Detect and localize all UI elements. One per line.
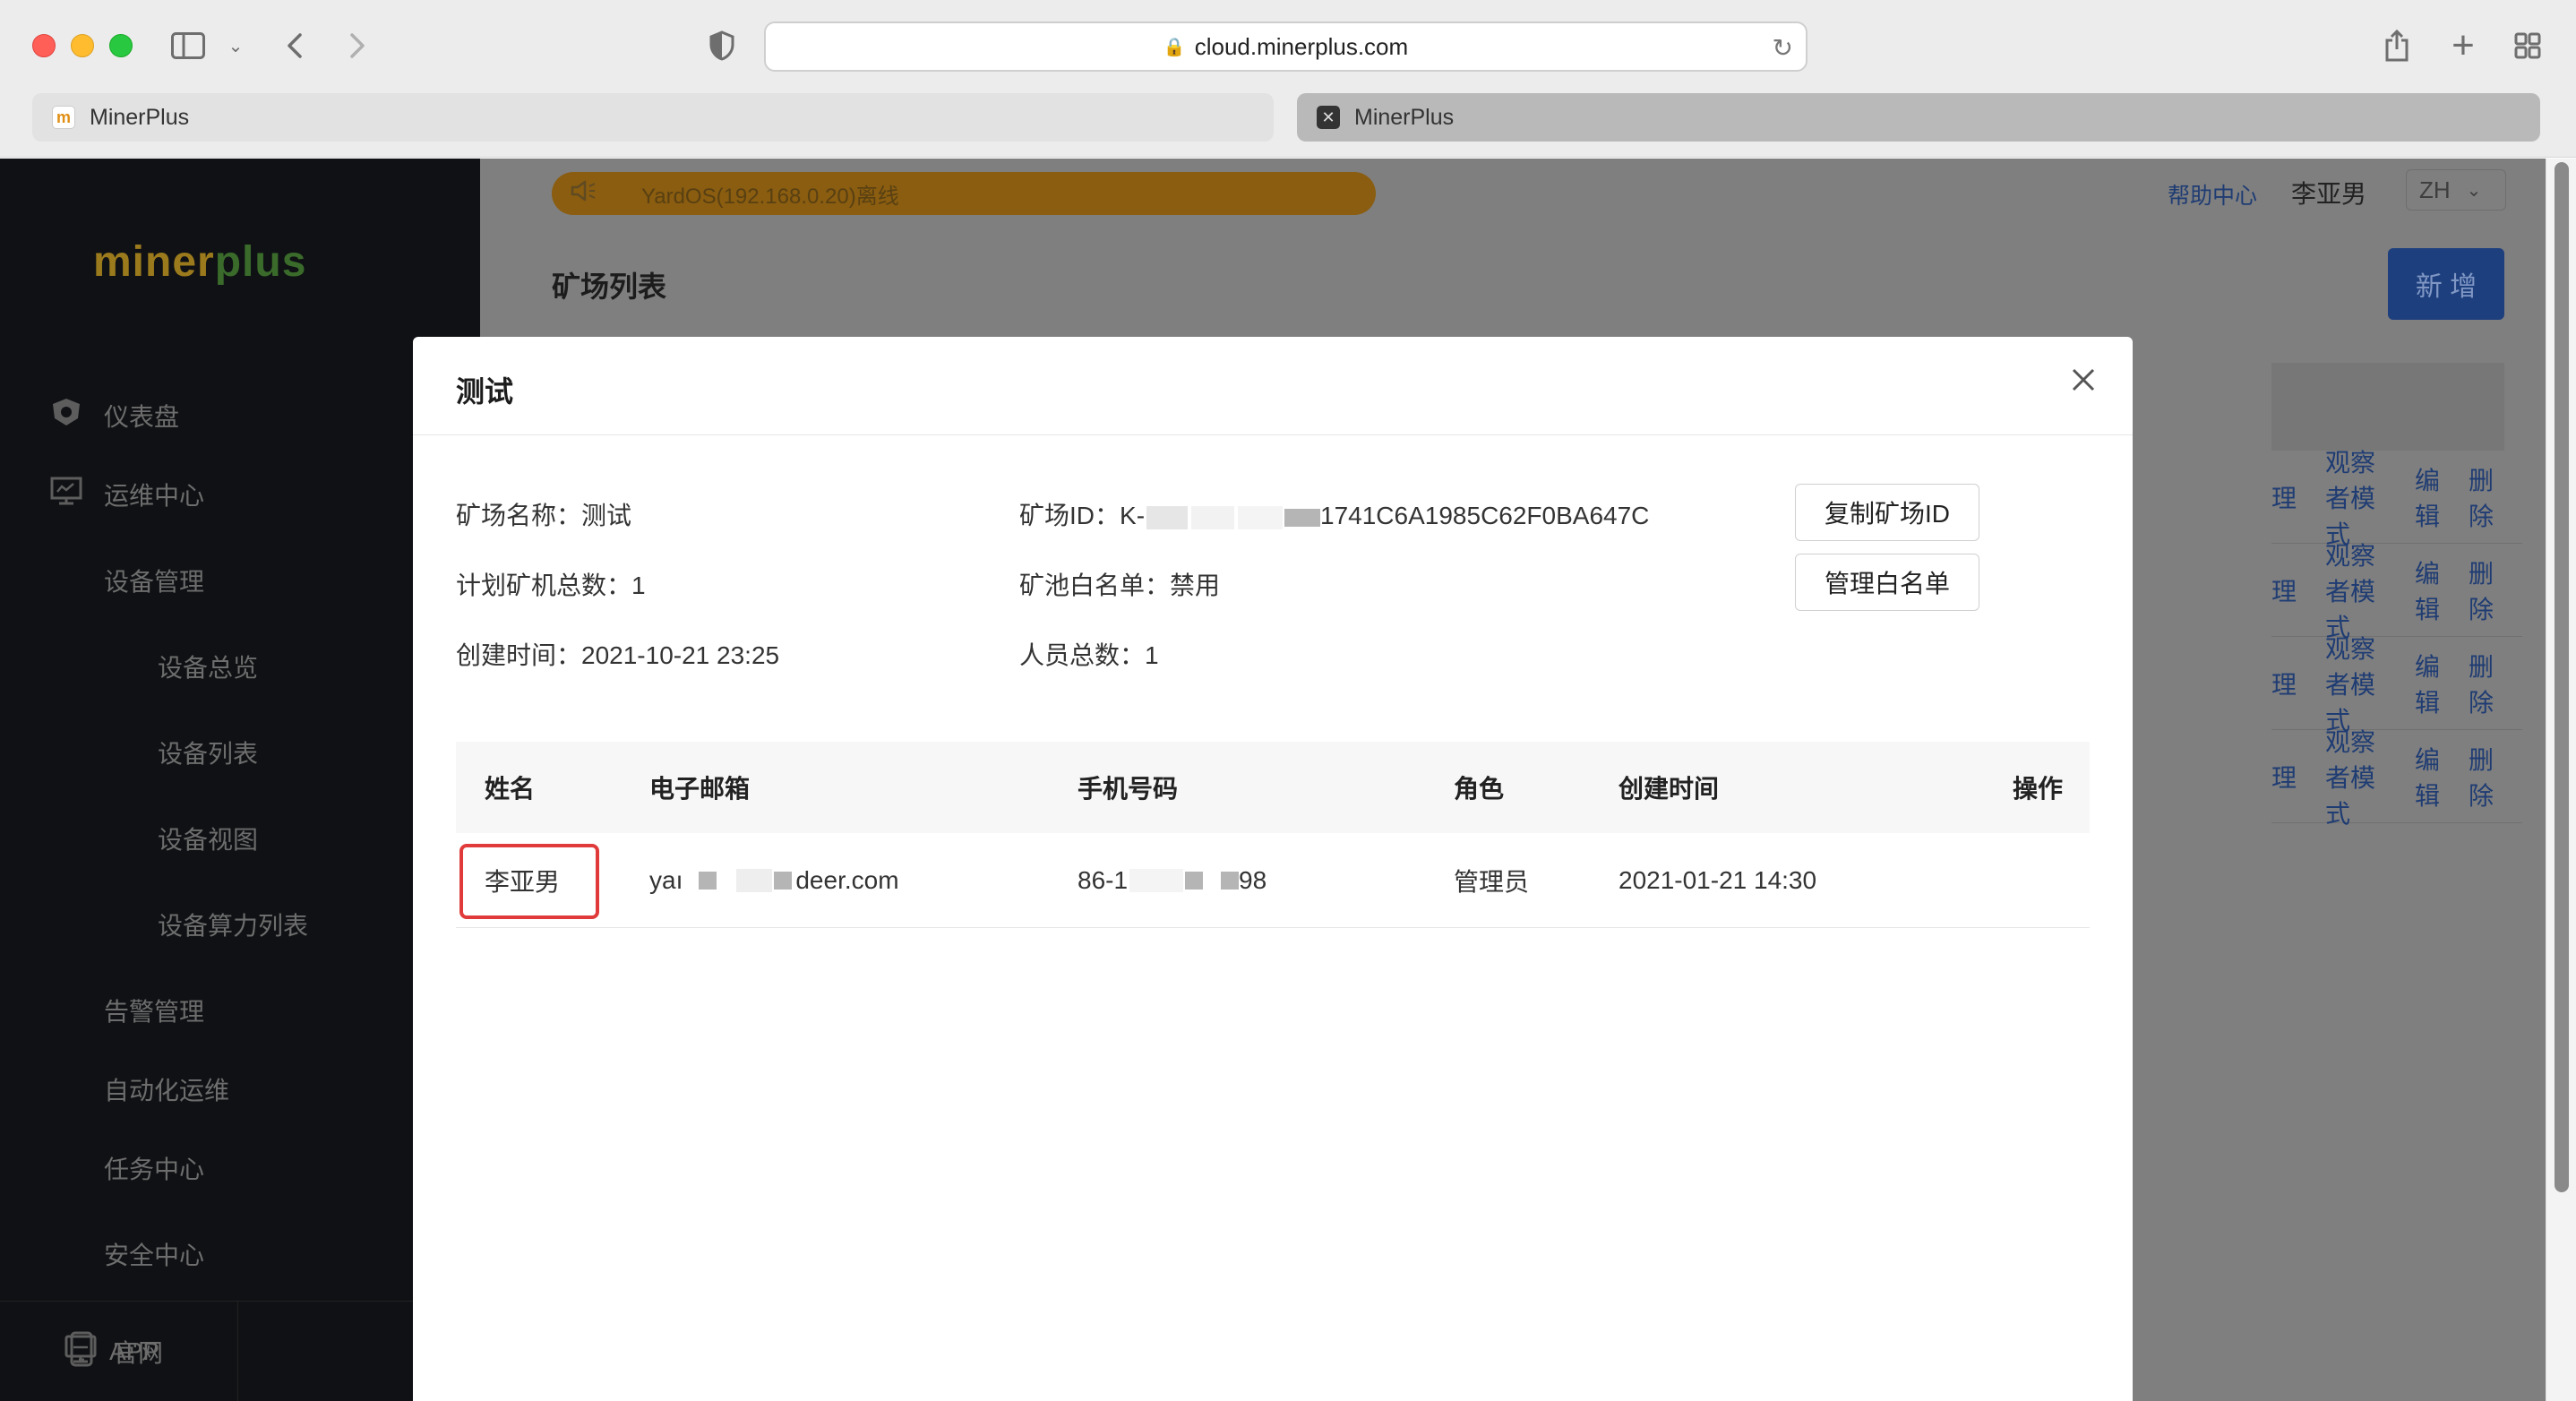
page-scrollbar[interactable] — [2546, 159, 2576, 1401]
url-text: cloud.minerplus.com — [1194, 32, 1409, 60]
delete-link[interactable]: 删除 — [2469, 554, 2494, 626]
tab-title: MinerPlus — [90, 104, 190, 130]
table-row: 李亚男 yaı deer.com 86-1 98 管理员 2021-01-21 14… — [456, 833, 2090, 928]
dashboard-icon — [50, 397, 82, 435]
edit-link[interactable]: 编辑 — [2415, 554, 2440, 626]
manage-link[interactable]: 理 — [2271, 666, 2297, 701]
copy-farm-id-button[interactable]: 复制矿场ID — [1795, 484, 1979, 541]
cell-created: 2021-01-21 14:30 — [1619, 865, 1817, 894]
cell-role: 管理员 — [1454, 867, 1530, 896]
sidebar-item-task-center[interactable]: 任务中心 — [0, 1146, 480, 1190]
sidebar-item-device-hashrate-list[interactable]: 设备算力列表 — [0, 902, 480, 947]
manage-link[interactable]: 理 — [2271, 759, 2297, 795]
scrollbar-thumb[interactable] — [2555, 162, 2569, 1192]
modal-header: 测试 — [413, 337, 2133, 435]
header-actions: 操作 — [2013, 775, 2064, 803]
monitor-icon — [50, 477, 82, 513]
forward-icon[interactable] — [344, 27, 371, 64]
edit-link[interactable]: 编辑 — [2415, 648, 2440, 719]
back-icon[interactable] — [281, 27, 308, 64]
table-row: 理 观察者模式 编辑 删除 — [2271, 449, 2522, 548]
sidebar-item-device-list[interactable]: 设备列表 — [0, 730, 480, 775]
sidebar-toggle-icon[interactable] — [168, 27, 208, 64]
language-select[interactable]: ZH ⌄ — [2406, 169, 2506, 211]
table-header-background — [2271, 363, 2504, 451]
sidebar: minerplus 仪表盘 运维中心 设备管理 设备总览 设备列表 设备视图 设… — [0, 159, 480, 1401]
manage-link[interactable]: 理 — [2271, 572, 2297, 608]
sidebar-item-alerts[interactable]: 告警管理 — [0, 988, 480, 1033]
sidebar-item-dashboard[interactable]: 仪表盘 — [0, 393, 480, 438]
observer-mode-link[interactable]: 观察者模式 — [2325, 723, 2386, 830]
share-icon[interactable] — [2381, 27, 2413, 64]
browser-tab-2[interactable]: ✕ MinerPlus — [1297, 93, 2540, 142]
header-email: 电子邮箱 — [649, 775, 751, 803]
member-count-info: 人员总数：1 — [1019, 641, 1159, 669]
phone-icon — [70, 1331, 93, 1373]
app-link[interactable]: APP — [0, 1302, 242, 1401]
table-row: 理 观察者模式 编辑 删除 — [2271, 542, 2522, 641]
minimize-window-button[interactable] — [71, 34, 94, 57]
manage-link[interactable]: 理 — [2271, 479, 2297, 515]
cell-phone: 86-1 98 — [1078, 865, 1267, 894]
minerplus-logo: minerplus — [93, 238, 307, 286]
created-time-info: 创建时间：2021-10-21 23:25 — [456, 641, 780, 669]
notice-text: YardOS(192.168.0.20)离线 — [641, 184, 899, 209]
chevron-down-icon[interactable]: ⌄ — [224, 27, 247, 64]
cell-email: yaı deer.com — [649, 865, 899, 894]
table-header: 姓名 电子邮箱 手机号码 角色 创建时间 操作 — [456, 742, 2090, 833]
new-tab-icon[interactable]: + — [2447, 23, 2479, 67]
observer-mode-link[interactable]: 观察者模式 — [2325, 443, 2386, 551]
close-icon[interactable] — [2070, 364, 2097, 400]
header-phone: 手机号码 — [1078, 775, 1179, 803]
sidebar-item-device-overview[interactable]: 设备总览 — [0, 644, 480, 689]
browser-chrome: ⌄ 🔒 cloud.minerplus.com ↻ + m MinerPlus … — [0, 0, 2576, 158]
page-title: 矿场列表 — [552, 271, 667, 303]
edit-link[interactable]: 编辑 — [2415, 741, 2440, 812]
modal-title: 测试 — [456, 375, 514, 408]
close-tab-icon[interactable]: ✕ — [1317, 106, 1340, 129]
sidebar-item-automation[interactable]: 自动化运维 — [0, 1067, 480, 1112]
edit-link[interactable]: 编辑 — [2415, 461, 2440, 533]
observer-mode-link[interactable]: 观察者模式 — [2325, 630, 2386, 737]
browser-tab-1[interactable]: m MinerPlus — [32, 93, 1274, 142]
tab-title: MinerPlus — [1354, 104, 1455, 130]
sidebar-item-device-management[interactable]: 设备管理 — [0, 558, 480, 603]
farm-name-info: 矿场名称：测试 — [456, 502, 632, 529]
sidebar-footer: 官网 APP — [0, 1301, 480, 1401]
help-center-link[interactable]: 帮助中心 — [2168, 178, 2257, 211]
tab-overview-icon[interactable] — [2512, 27, 2544, 64]
maximize-window-button[interactable] — [109, 34, 133, 57]
minerplus-favicon-icon: m — [52, 106, 75, 129]
header-role: 角色 — [1454, 775, 1505, 803]
add-button[interactable]: 新 增 — [2388, 248, 2504, 320]
farm-id-info: 矿场ID：K- 1741C6A1985C62F0BA647C — [1019, 502, 1650, 529]
header-name: 姓名 — [485, 775, 536, 803]
pool-whitelist-info: 矿池白名单：禁用 — [1019, 572, 1221, 599]
sidebar-item-device-view[interactable]: 设备视图 — [0, 816, 480, 861]
close-window-button[interactable] — [32, 34, 56, 57]
sidebar-item-security-center[interactable]: 安全中心 — [0, 1232, 480, 1276]
table-row: 理 观察者模式 编辑 删除 — [2271, 728, 2522, 828]
delete-link[interactable]: 删除 — [2469, 741, 2494, 812]
speaker-icon — [570, 179, 597, 209]
delete-link[interactable]: 删除 — [2469, 461, 2494, 533]
address-bar[interactable]: 🔒 cloud.minerplus.com ↻ — [764, 21, 1807, 72]
manage-whitelist-button[interactable]: 管理白名单 — [1795, 554, 1979, 611]
offline-notice-banner: YardOS(192.168.0.20)离线 — [552, 172, 1376, 215]
table-row: 理 观察者模式 编辑 删除 — [2271, 635, 2522, 735]
members-table: 姓名 电子邮箱 手机号码 角色 创建时间 操作 李亚男 yaı deer.com … — [456, 742, 2090, 928]
window-controls — [32, 34, 133, 57]
user-name[interactable]: 李亚男 — [2291, 175, 2366, 211]
observer-mode-link[interactable]: 观察者模式 — [2325, 537, 2386, 644]
header-created: 创建时间 — [1619, 775, 1720, 803]
reload-icon[interactable]: ↻ — [1773, 33, 1793, 63]
shield-icon[interactable] — [706, 27, 738, 64]
planned-miners-info: 计划矿机总数：1 — [456, 572, 646, 599]
delete-link[interactable]: 删除 — [2469, 648, 2494, 719]
chevron-down-icon: ⌄ — [2466, 180, 2482, 201]
lock-icon: 🔒 — [1163, 37, 1186, 57]
sidebar-item-ops-center[interactable]: 运维中心 — [0, 472, 480, 517]
farm-detail-modal: 测试 矿场名称：测试 矿场ID：K- 1741C6A1985C62F0BA647C… — [413, 337, 2133, 1401]
cell-name: 李亚男 — [485, 867, 561, 896]
